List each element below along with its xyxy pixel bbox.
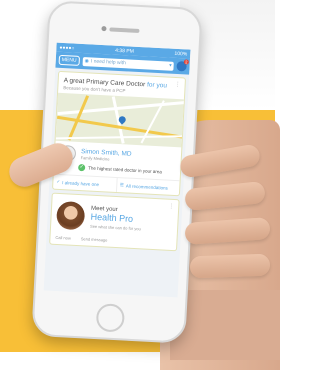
health-pro-info: Meet your Health Pro See what she can do… (51, 194, 179, 242)
call-now-button[interactable]: Call now (55, 235, 71, 241)
chevron-down-icon: ▾ (168, 62, 172, 69)
all-recommendations-button[interactable]: ☰ All recommendations (115, 177, 180, 196)
health-pro-description: See what she can do for you (90, 223, 141, 231)
already-have-one-button[interactable]: ✓ I already have one (53, 175, 116, 192)
search-input[interactable]: ◉ I need help with ▾ (82, 56, 174, 71)
status-time: 4:38 PM (115, 47, 134, 55)
all-recommendations-label: All recommendations (125, 182, 168, 191)
send-message-button[interactable]: Send message (81, 236, 108, 242)
notification-bell-icon[interactable]: 2 (176, 59, 189, 72)
location-pin-icon: ◉ (84, 58, 90, 65)
health-pro-card[interactable]: ⋮ Meet your Health Pro See what she can … (49, 192, 180, 252)
checkmark-icon: ✓ (78, 163, 86, 172)
list-icon: ☰ (119, 182, 125, 188)
carrier-signal: ●●●●○ (59, 44, 75, 52)
check-icon: ✓ (56, 178, 61, 185)
health-pro-title[interactable]: Health Pro (90, 211, 141, 224)
rating-text: The highest rated doctor in your area (88, 165, 162, 175)
already-have-one-label: I already have one (62, 179, 100, 187)
card-title-accent: for you (146, 81, 168, 90)
notification-badge: 2 (183, 59, 189, 65)
home-button[interactable] (95, 303, 126, 333)
search-placeholder: I need help with (90, 58, 126, 67)
battery-level: 100% (174, 50, 188, 58)
menu-button[interactable]: MENU (58, 54, 80, 66)
doctor-recommendation-card: ⋮ A great Primary Care Doctor for you Be… (51, 70, 187, 197)
hand-finger (189, 253, 271, 279)
health-pro-photo (55, 200, 86, 231)
front-camera (101, 25, 107, 32)
location-map[interactable] (55, 92, 184, 148)
more-options-icon[interactable]: ⋮ (174, 81, 180, 88)
speaker-grille (109, 27, 140, 33)
more-options-icon[interactable]: ⋮ (168, 203, 174, 210)
